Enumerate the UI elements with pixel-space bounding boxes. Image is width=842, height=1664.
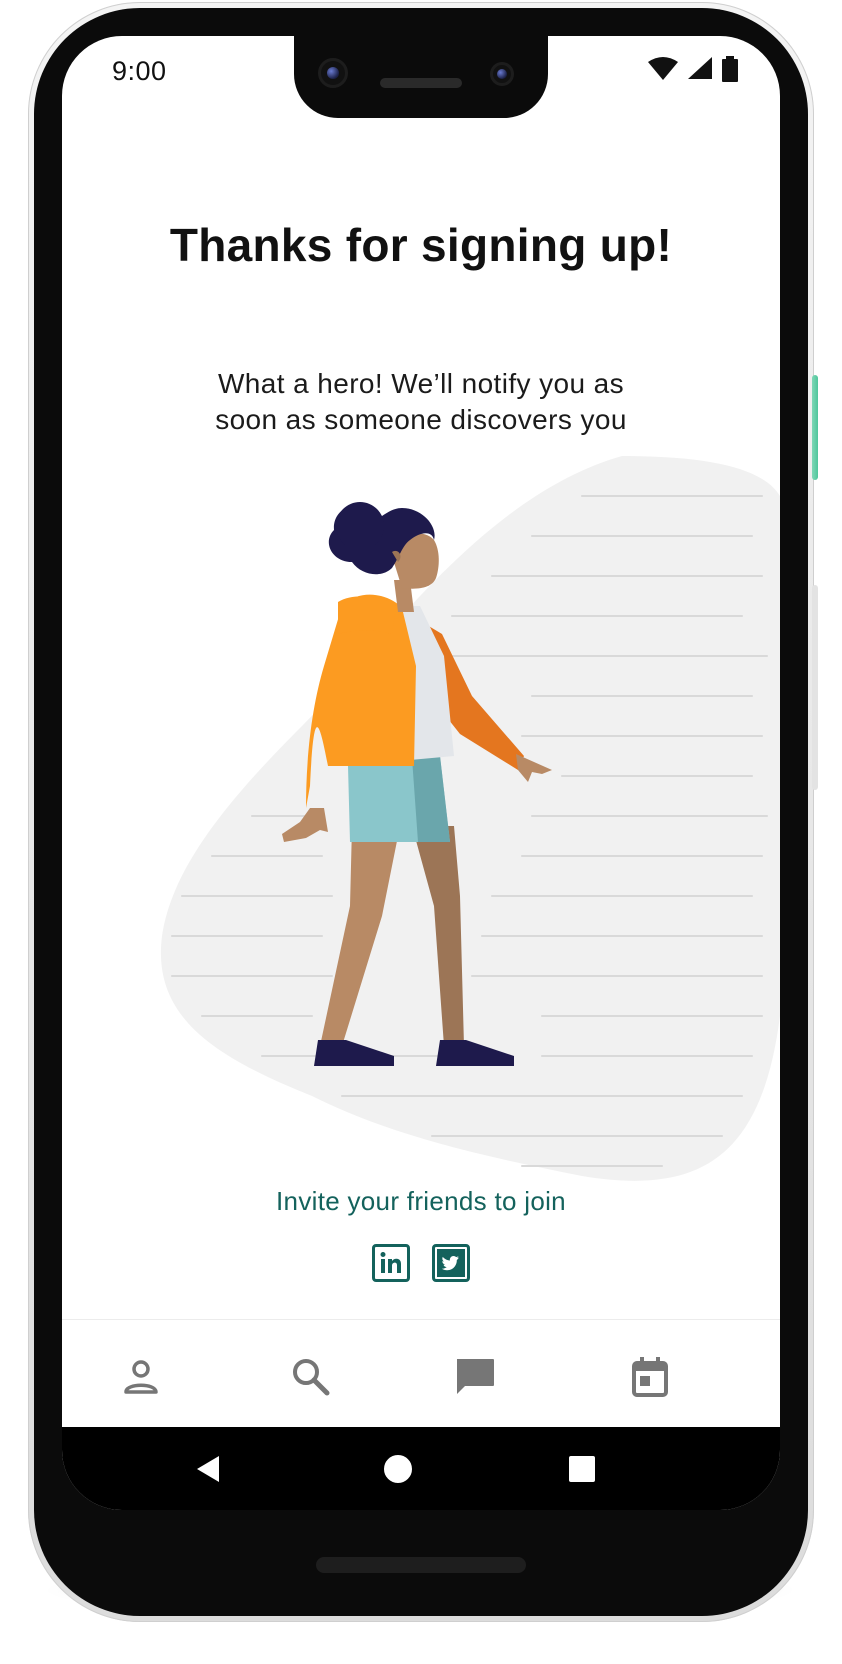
recents-button[interactable]	[562, 1449, 602, 1489]
status-time: 9:00	[112, 56, 167, 86]
nav-search[interactable]	[283, 1349, 339, 1405]
nav-profile[interactable]	[113, 1349, 169, 1405]
status-icons	[648, 56, 738, 82]
linkedin-button[interactable]	[372, 1244, 410, 1282]
search-icon	[293, 1359, 330, 1396]
screen: 9:00 Thanks for signing up! What a hero!…	[62, 36, 780, 1510]
bottom-nav-divider	[62, 1319, 780, 1320]
invite-text: Invite your friends to join	[276, 1186, 566, 1216]
battery-icon	[722, 56, 738, 82]
person-walking-illustration	[160, 456, 780, 1181]
earpiece-speaker	[380, 78, 462, 88]
subtitle-line-2: soon as someone discovers you	[215, 404, 627, 435]
power-button	[812, 375, 818, 480]
cellular-signal-icon	[688, 57, 712, 79]
device-chin-bar	[316, 1557, 526, 1573]
wifi-icon	[648, 57, 678, 80]
linkedin-icon	[380, 1252, 401, 1273]
chat-icon	[457, 1359, 494, 1394]
twitter-icon	[437, 1249, 465, 1277]
profile-icon	[124, 1360, 158, 1394]
nav-messages[interactable]	[447, 1349, 503, 1405]
home-button[interactable]	[378, 1449, 418, 1489]
volume-button	[812, 585, 818, 790]
camera-notch	[294, 36, 548, 118]
front-sensor-icon	[490, 62, 514, 86]
calendar-icon	[632, 1357, 668, 1397]
twitter-button[interactable]	[432, 1244, 470, 1282]
system-navigation-bar	[62, 1427, 780, 1510]
page-title: Thanks for signing up!	[169, 219, 673, 271]
nav-calendar[interactable]	[622, 1349, 678, 1405]
subtitle-line-1: What a hero! We’ll notify you as	[217, 368, 625, 399]
recents-icon	[569, 1456, 595, 1482]
front-camera-icon	[318, 58, 348, 88]
background-blob	[160, 456, 780, 1181]
jacket-hood	[338, 596, 396, 634]
home-icon	[383, 1454, 413, 1484]
back-button[interactable]	[188, 1449, 228, 1489]
back-icon	[197, 1456, 219, 1482]
subtitle: What a hero! We’ll notify you as soon as…	[182, 366, 660, 438]
